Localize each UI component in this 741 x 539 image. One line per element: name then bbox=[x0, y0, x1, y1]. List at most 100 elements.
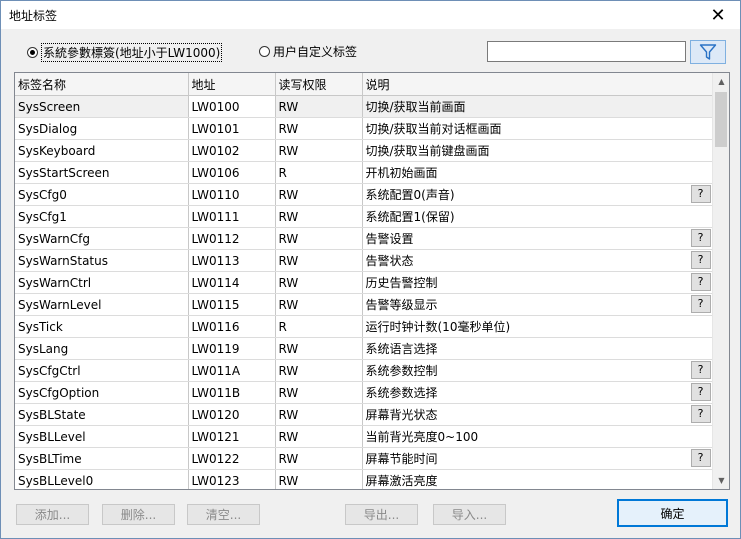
description-cell[interactable]: 当前背光亮度0~100 bbox=[362, 425, 713, 448]
system-tags-radio-circle[interactable] bbox=[27, 47, 38, 58]
filter-button[interactable] bbox=[690, 40, 726, 64]
tag-name-cell[interactable]: SysWarnCfg bbox=[15, 227, 189, 250]
import-button[interactable]: 导入... bbox=[433, 504, 506, 525]
table-row[interactable]: SysBLState LW0120 RW 屏幕背光状态? bbox=[15, 403, 713, 426]
address-cell[interactable]: LW0111 bbox=[188, 205, 276, 228]
description-cell[interactable]: 历史告警控制? bbox=[362, 271, 713, 294]
address-cell[interactable]: LW0114 bbox=[188, 271, 276, 294]
tag-name-cell[interactable]: SysTick bbox=[15, 315, 189, 338]
permission-cell[interactable]: RW bbox=[275, 249, 363, 272]
user-tags-radio-circle[interactable] bbox=[259, 46, 270, 57]
help-button[interactable]: ? bbox=[690, 251, 711, 269]
table-row[interactable]: SysDialog LW0101 RW 切换/获取当前对话框画面 bbox=[15, 117, 713, 140]
description-cell[interactable]: 切换/获取当前键盘画面 bbox=[362, 139, 713, 162]
tag-name-cell[interactable]: SysStartScreen bbox=[15, 161, 189, 184]
table-row[interactable]: SysCfg1 LW0111 RW 系统配置1(保留) bbox=[15, 205, 713, 228]
tag-name-cell[interactable]: SysBLState bbox=[15, 403, 189, 426]
tag-name-cell[interactable]: SysBLLevel bbox=[15, 425, 189, 448]
user-tags-radio[interactable]: 用户自定义标签 bbox=[259, 43, 357, 60]
permission-cell[interactable]: RW bbox=[275, 139, 363, 162]
permission-cell[interactable]: RW bbox=[275, 403, 363, 426]
help-button[interactable]: ? bbox=[690, 273, 711, 291]
address-cell[interactable]: LW0115 bbox=[188, 293, 276, 316]
description-cell[interactable]: 开机初始画面 bbox=[362, 161, 713, 184]
help-button[interactable]: ? bbox=[690, 449, 711, 467]
description-cell[interactable]: 告警状态? bbox=[362, 249, 713, 272]
description-cell[interactable]: 屏幕背光状态? bbox=[362, 403, 713, 426]
permission-cell[interactable]: RW bbox=[275, 469, 363, 489]
clear-button[interactable]: 清空... bbox=[187, 504, 260, 525]
address-cell[interactable]: LW011A bbox=[188, 359, 276, 382]
description-cell[interactable]: 切换/获取当前对话框画面 bbox=[362, 117, 713, 140]
address-cell[interactable]: LW011B bbox=[188, 381, 276, 404]
table-row[interactable]: SysScreen LW0100 RW 切换/获取当前画面 bbox=[15, 95, 713, 118]
scroll-down-arrow[interactable]: ▼ bbox=[713, 472, 729, 489]
table-row[interactable]: SysTick LW0116 R 运行时钟计数(10毫秒单位) bbox=[15, 315, 713, 338]
address-cell[interactable]: LW0113 bbox=[188, 249, 276, 272]
address-cell[interactable]: LW0121 bbox=[188, 425, 276, 448]
address-cell[interactable]: LW0110 bbox=[188, 183, 276, 206]
table-row[interactable]: SysKeyboard LW0102 RW 切换/获取当前键盘画面 bbox=[15, 139, 713, 162]
tag-name-cell[interactable]: SysWarnStatus bbox=[15, 249, 189, 272]
scroll-thumb[interactable] bbox=[715, 92, 727, 147]
tag-name-cell[interactable]: SysWarnCtrl bbox=[15, 271, 189, 294]
system-tags-radio[interactable]: 系統參數標簽(地址小于LW1000) bbox=[27, 43, 223, 62]
tag-name-cell[interactable]: SysBLTime bbox=[15, 447, 189, 470]
address-cell[interactable]: LW0120 bbox=[188, 403, 276, 426]
scroll-up-arrow[interactable]: ▲ bbox=[713, 73, 729, 90]
permission-cell[interactable]: RW bbox=[275, 227, 363, 250]
table-row[interactable]: SysWarnStatus LW0113 RW 告警状态? bbox=[15, 249, 713, 272]
table-row[interactable]: SysBLLevel LW0121 RW 当前背光亮度0~100 bbox=[15, 425, 713, 448]
permission-cell[interactable]: RW bbox=[275, 337, 363, 360]
table-row[interactable]: SysLang LW0119 RW 系统语言选择 bbox=[15, 337, 713, 360]
tag-name-cell[interactable]: SysScreen bbox=[15, 95, 189, 118]
tag-name-cell[interactable]: SysKeyboard bbox=[15, 139, 189, 162]
vertical-scrollbar[interactable]: ▲ ▼ bbox=[712, 73, 729, 489]
header-description[interactable]: 说明 bbox=[362, 73, 713, 96]
help-button[interactable]: ? bbox=[690, 185, 711, 203]
permission-cell[interactable]: RW bbox=[275, 359, 363, 382]
address-cell[interactable]: LW0100 bbox=[188, 95, 276, 118]
table-row[interactable]: SysStartScreen LW0106 R 开机初始画面 bbox=[15, 161, 713, 184]
header-address[interactable]: 地址 bbox=[188, 73, 276, 96]
permission-cell[interactable]: RW bbox=[275, 293, 363, 316]
description-cell[interactable]: 运行时钟计数(10毫秒单位) bbox=[362, 315, 713, 338]
address-cell[interactable]: LW0102 bbox=[188, 139, 276, 162]
address-cell[interactable]: LW0101 bbox=[188, 117, 276, 140]
address-cell[interactable]: LW0116 bbox=[188, 315, 276, 338]
permission-cell[interactable]: RW bbox=[275, 117, 363, 140]
tag-name-cell[interactable]: SysCfg0 bbox=[15, 183, 189, 206]
description-cell[interactable]: 屏幕激活亮度 bbox=[362, 469, 713, 489]
close-button[interactable]: ✕ bbox=[696, 1, 740, 29]
permission-cell[interactable]: RW bbox=[275, 205, 363, 228]
search-input[interactable] bbox=[487, 41, 686, 62]
export-button[interactable]: 导出... bbox=[345, 504, 418, 525]
address-cell[interactable]: LW0123 bbox=[188, 469, 276, 489]
table-row[interactable]: SysCfgCtrl LW011A RW 系统参数控制? bbox=[15, 359, 713, 382]
address-cell[interactable]: LW0112 bbox=[188, 227, 276, 250]
permission-cell[interactable]: R bbox=[275, 315, 363, 338]
address-cell[interactable]: LW0106 bbox=[188, 161, 276, 184]
permission-cell[interactable]: RW bbox=[275, 447, 363, 470]
description-cell[interactable]: 系统配置0(声音)? bbox=[362, 183, 713, 206]
permission-cell[interactable]: RW bbox=[275, 271, 363, 294]
table-row[interactable]: SysCfg0 LW0110 RW 系统配置0(声音)? bbox=[15, 183, 713, 206]
tag-name-cell[interactable]: SysCfgCtrl bbox=[15, 359, 189, 382]
table-row[interactable]: SysBLLevel0 LW0123 RW 屏幕激活亮度 bbox=[15, 469, 713, 489]
description-cell[interactable]: 切换/获取当前画面 bbox=[362, 95, 713, 118]
help-button[interactable]: ? bbox=[690, 361, 711, 379]
add-button[interactable]: 添加... bbox=[16, 504, 89, 525]
tag-name-cell[interactable]: SysWarnLevel bbox=[15, 293, 189, 316]
description-cell[interactable]: 系统语言选择 bbox=[362, 337, 713, 360]
help-button[interactable]: ? bbox=[690, 383, 711, 401]
description-cell[interactable]: 告警设置? bbox=[362, 227, 713, 250]
table-row[interactable]: SysWarnLevel LW0115 RW 告警等级显示? bbox=[15, 293, 713, 316]
description-cell[interactable]: 告警等级显示? bbox=[362, 293, 713, 316]
table-row[interactable]: SysWarnCtrl LW0114 RW 历史告警控制? bbox=[15, 271, 713, 294]
table-row[interactable]: SysBLTime LW0122 RW 屏幕节能时间? bbox=[15, 447, 713, 470]
description-cell[interactable]: 系统参数选择? bbox=[362, 381, 713, 404]
tag-name-cell[interactable]: SysDialog bbox=[15, 117, 189, 140]
permission-cell[interactable]: RW bbox=[275, 425, 363, 448]
address-cell[interactable]: LW0119 bbox=[188, 337, 276, 360]
table-row[interactable]: SysWarnCfg LW0112 RW 告警设置? bbox=[15, 227, 713, 250]
